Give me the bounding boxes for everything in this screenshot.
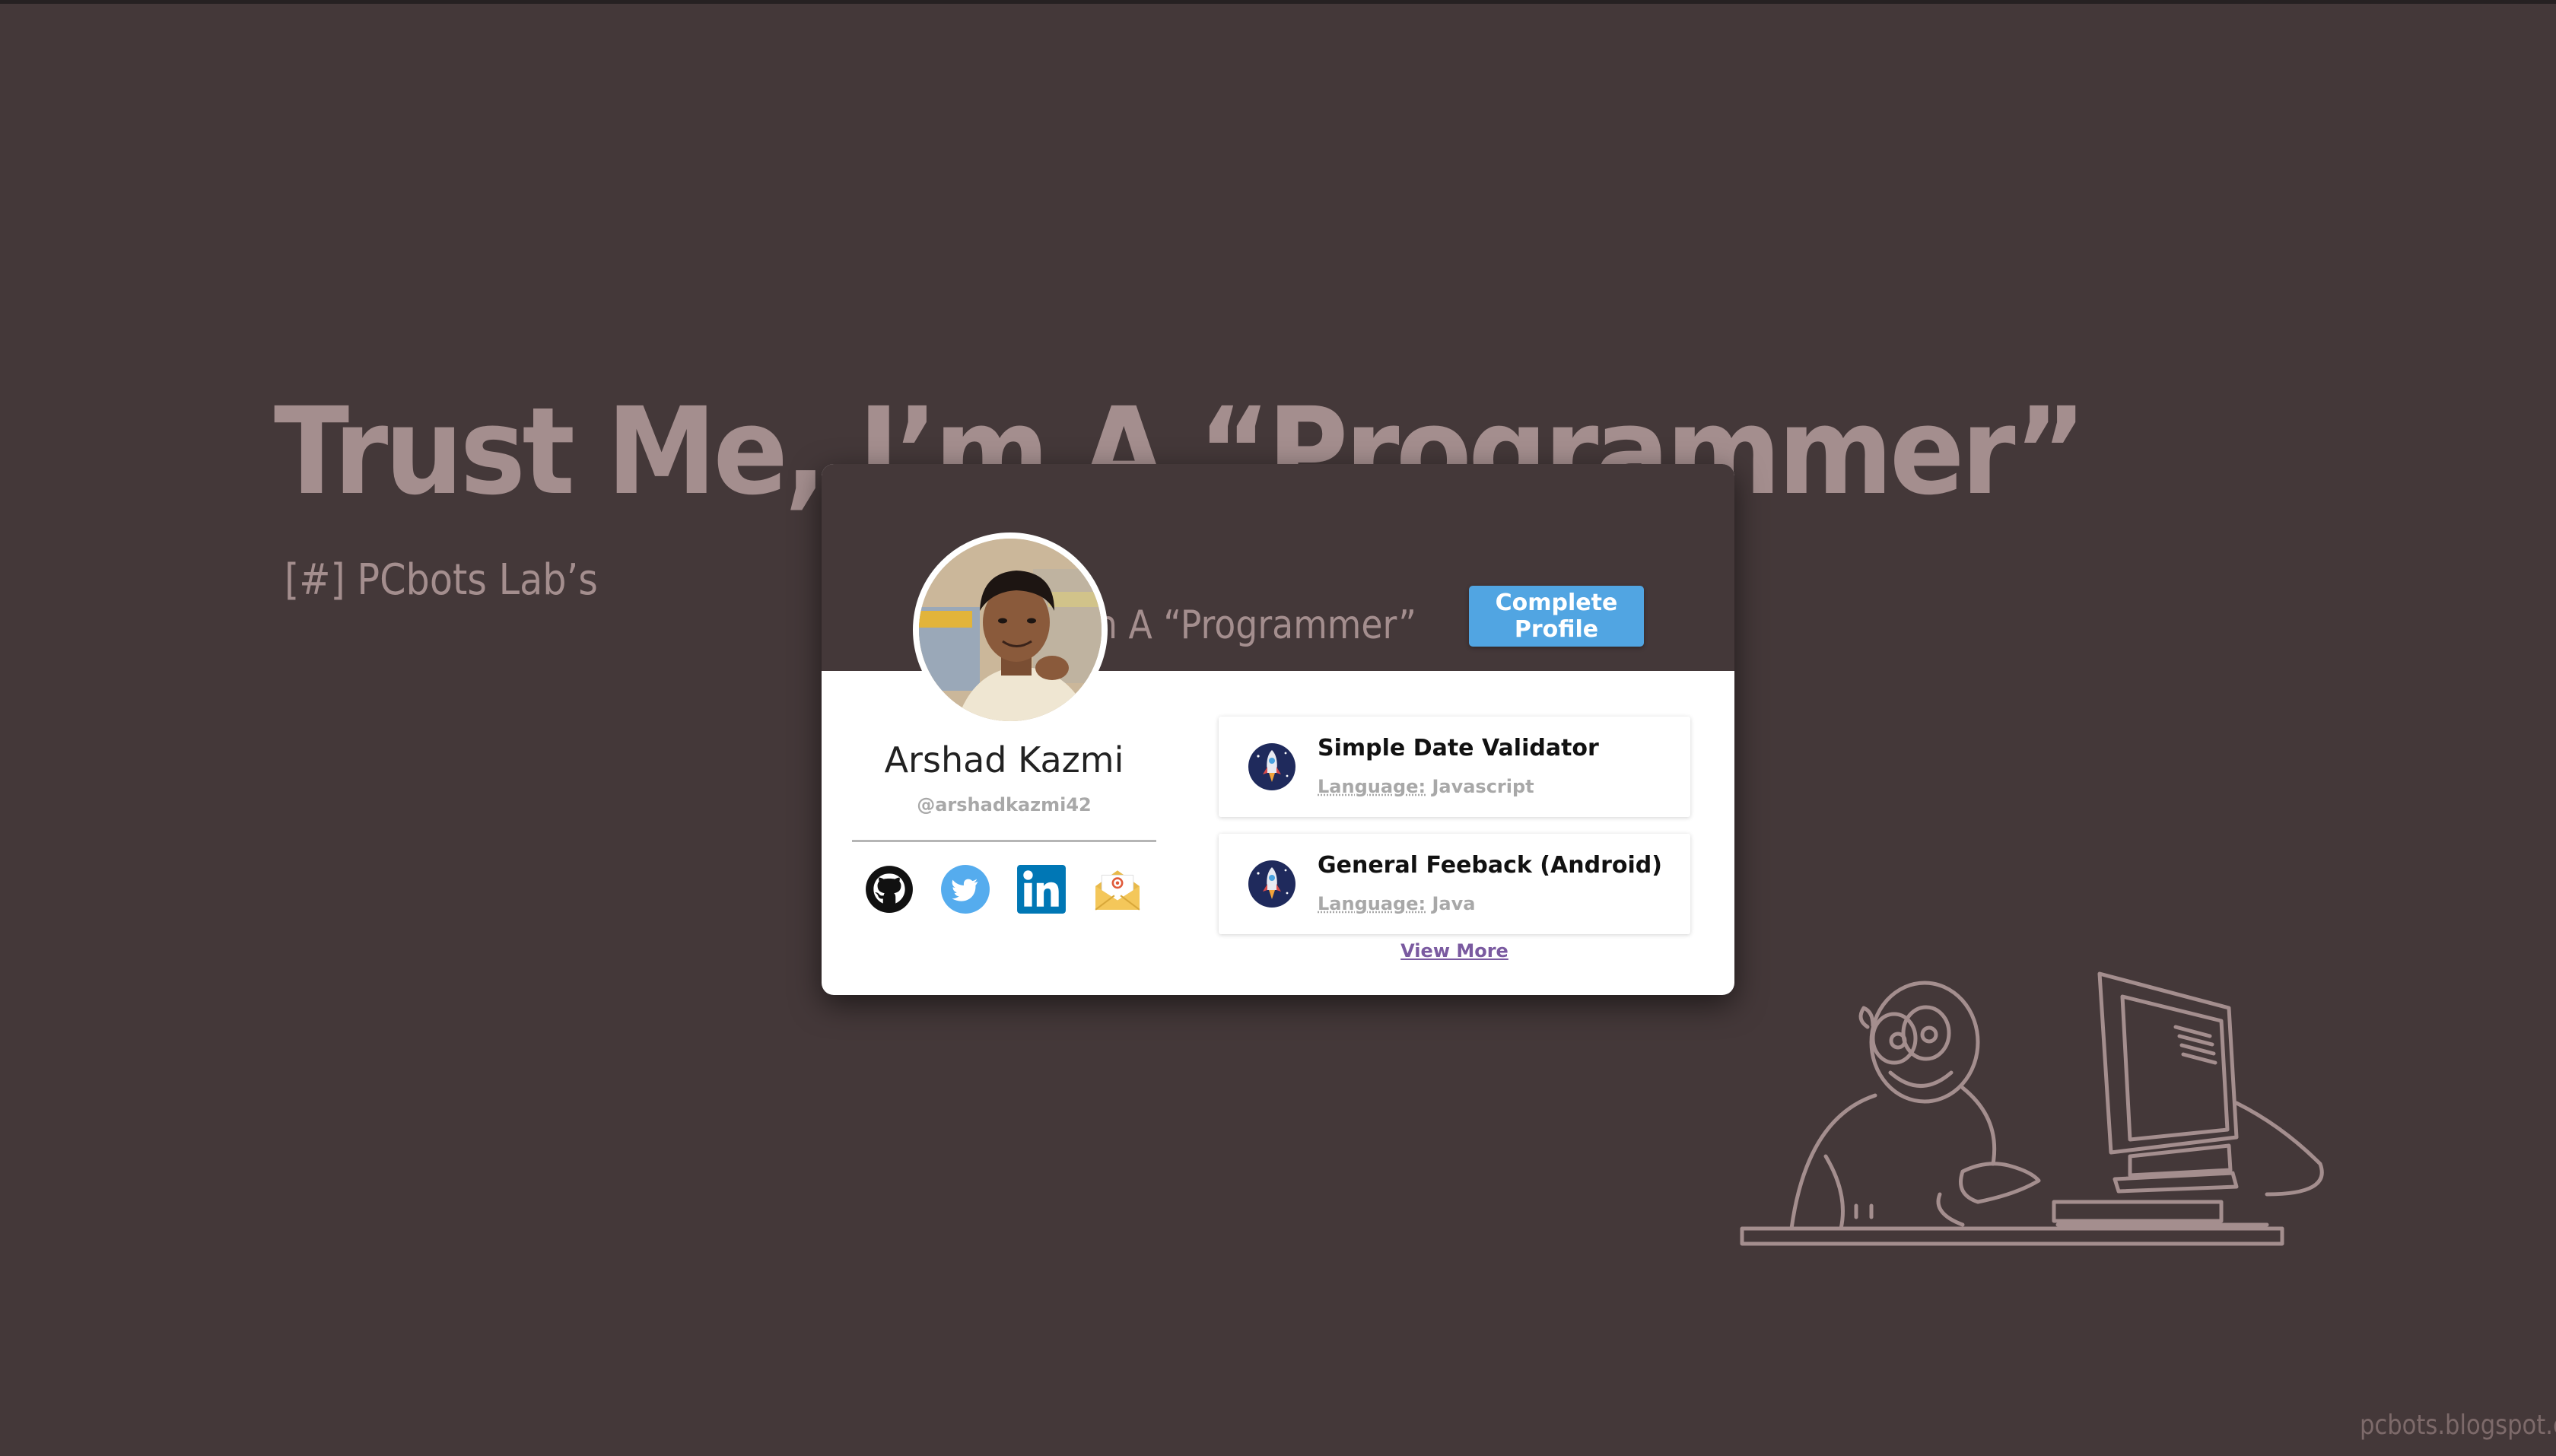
avatar-photo [919, 539, 1102, 721]
site-watermark: pcbots.blogspot.com [2360, 1410, 2556, 1441]
profile-handle: @arshadkazmi42 [917, 794, 1092, 815]
language-value: Java [1432, 893, 1476, 914]
project-title: Simple Date Validator [1318, 735, 1599, 761]
profile-name: Arshad Kazmi [884, 739, 1124, 780]
email-icon[interactable] [1092, 864, 1143, 914]
linkedin-icon[interactable] [1016, 864, 1067, 914]
project-language: Language: Javascript [1318, 776, 1534, 797]
language-value: Javascript [1432, 776, 1534, 797]
project-card[interactable]: General Feeback (Android) Language: Java [1219, 834, 1690, 934]
project-card[interactable]: Simple Date Validator Language: Javascri… [1219, 717, 1690, 817]
social-links [864, 864, 1153, 917]
rocket-icon [1248, 860, 1295, 908]
profile-divider [852, 840, 1156, 842]
window-top-edge [0, 0, 2556, 4]
github-icon[interactable] [864, 864, 914, 914]
profile-card: n A “Programmer” Complete Profile Arshad… [822, 464, 1734, 995]
complete-profile-button[interactable]: Complete Profile [1469, 586, 1644, 647]
view-more-link[interactable]: View More [1219, 940, 1690, 962]
avatar [913, 532, 1108, 727]
twitter-icon[interactable] [940, 864, 990, 914]
project-title: General Feeback (Android) [1318, 852, 1662, 879]
language-label: Language: [1318, 776, 1426, 797]
language-label: Language: [1318, 893, 1426, 914]
header-background-text: n A “Programmer” [1095, 602, 1416, 648]
project-language: Language: Java [1318, 893, 1475, 914]
background-subtitle: [#] PCbots Lab’s [285, 555, 598, 605]
rocket-icon [1248, 743, 1295, 790]
monkey-programmer-illustration [1740, 971, 2324, 1246]
